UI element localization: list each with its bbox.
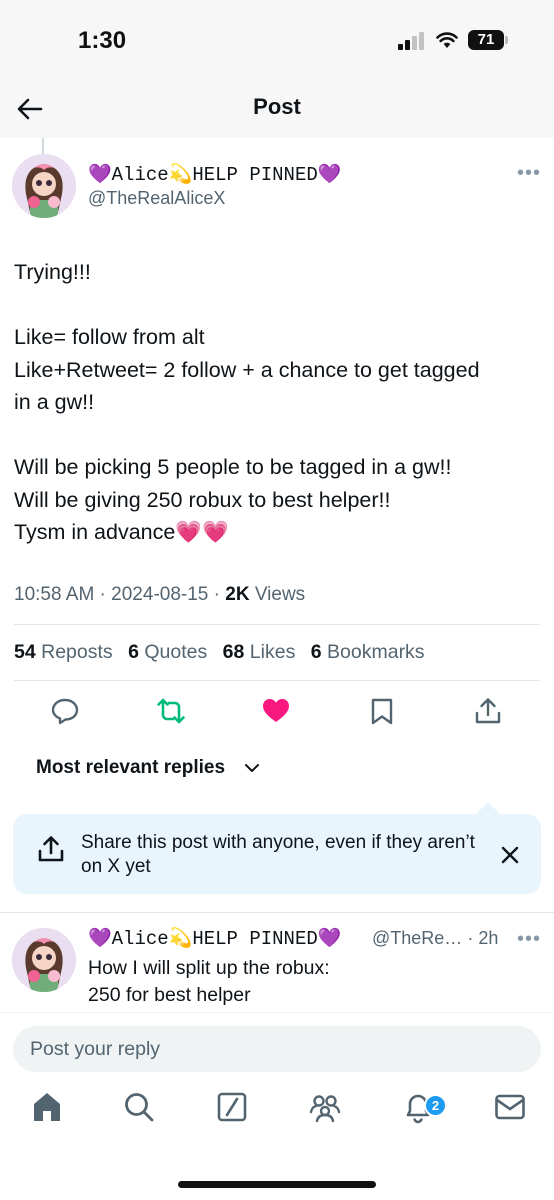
reply-handle[interactable]: @TheRe… [372,928,462,948]
reply-text-line: How I will split up the robux: [88,957,330,979]
battery-icon: 71 [468,30,508,50]
search-icon[interactable] [122,1090,156,1124]
quotes-stat[interactable]: 6 Quotes [128,641,207,664]
share-card-pointer [476,802,500,814]
more-options-icon[interactable]: ••• [517,162,541,185]
stat-count: 6 [128,641,139,663]
back-arrow-icon[interactable] [14,93,46,125]
post-text: Trying!!! Like= follow from alt Like+Ret… [14,256,542,549]
stat-label: Likes [249,641,296,663]
stat-label: Quotes [144,641,208,663]
reply-more-options-icon[interactable]: ••• [517,928,541,951]
close-icon[interactable] [499,844,521,866]
reply-composer-bar [0,1012,554,1190]
replies-sort-dropdown[interactable]: Most relevant replies [36,757,260,779]
reply-icon[interactable] [50,696,80,726]
replies-sort-label: Most relevant replies [36,757,226,778]
battery-level: 71 [468,30,504,50]
avatar-image [12,154,76,218]
post-text-line [14,419,542,452]
views-count: 2K [225,584,250,605]
divider [0,912,554,913]
like-icon[interactable] [261,696,291,726]
reply-author-name[interactable]: 💜Alice💫HELP PINNED💜 [88,926,341,950]
thread-connector-line [42,138,44,154]
share-card-text: Share this post with anyone, even if the… [81,832,475,877]
bookmarks-stat[interactable]: 6 Bookmarks [311,641,425,664]
reply-input[interactable] [13,1026,541,1072]
post-text-line: Trying!!! [14,260,91,284]
post-text-line: in a gw!! [14,390,95,414]
communities-icon[interactable] [308,1090,342,1124]
post-metadata: 10:58 AM · 2024-08-15 · 2K Views [14,584,306,605]
status-bar: 1:30 71 [0,0,554,80]
divider [14,624,540,625]
avatar[interactable] [12,154,76,218]
reply-time: 2h [478,928,499,948]
share-icon [38,836,64,862]
author-display-name[interactable]: 💜Alice💫HELP PINNED💜 [88,162,341,186]
home-icon[interactable] [30,1090,64,1124]
cellular-signal-icon [398,32,426,50]
post-text-line: Like+Retweet= 2 follow + a chance to get… [14,357,480,382]
reply-text: How I will split up the robux: 250 for b… [88,955,330,1009]
avatar-image [12,928,76,992]
status-time: 1:30 [78,27,127,54]
repost-icon[interactable] [156,696,186,726]
post-time: 10:58 AM [14,584,95,605]
notification-badge: 2 [424,1094,447,1117]
stat-label: Reposts [41,641,113,663]
stat-label: Bookmarks [327,641,425,663]
bookmark-icon[interactable] [367,696,397,726]
post-text-line: Like= follow from alt [14,325,205,349]
nav-header: Post [0,80,554,138]
messages-icon[interactable] [493,1090,527,1124]
views-label[interactable]: Views [255,584,305,605]
wifi-icon [436,32,458,48]
post-date: 2024-08-15 [111,584,209,605]
divider [14,680,540,681]
page-title: Post [253,94,301,119]
reply-handle-time: @TheRe… · 2h [372,928,499,948]
share-icon[interactable] [473,696,503,726]
home-indicator[interactable] [178,1181,376,1188]
reposts-stat[interactable]: 54 Reposts [14,641,113,664]
chevron-down-icon [245,763,260,772]
stat-count: 6 [310,641,322,663]
stat-count: 68 [222,641,245,663]
post-text-line: Will be picking 5 people to be tagged in… [14,455,452,479]
stat-count: 54 [14,641,36,663]
reply-text-line: 250 for best helper [88,984,251,1006]
engagement-stats: 54 Reposts 6 Quotes 68 Likes 6 Bookmarks [14,641,435,664]
post-text-line: Tysm in advance💗💗 [14,520,229,544]
likes-stat[interactable]: 68 Likes [223,641,296,664]
share-post-card[interactable]: Share this post with anyone, even if the… [13,814,541,894]
post-text-line: Will be giving 250 robux to best helper!… [14,487,391,512]
author-handle[interactable]: @TheRealAliceX [88,188,225,209]
grok-icon[interactable] [215,1090,249,1124]
post-text-line [14,289,542,322]
reply-avatar[interactable] [12,928,76,992]
